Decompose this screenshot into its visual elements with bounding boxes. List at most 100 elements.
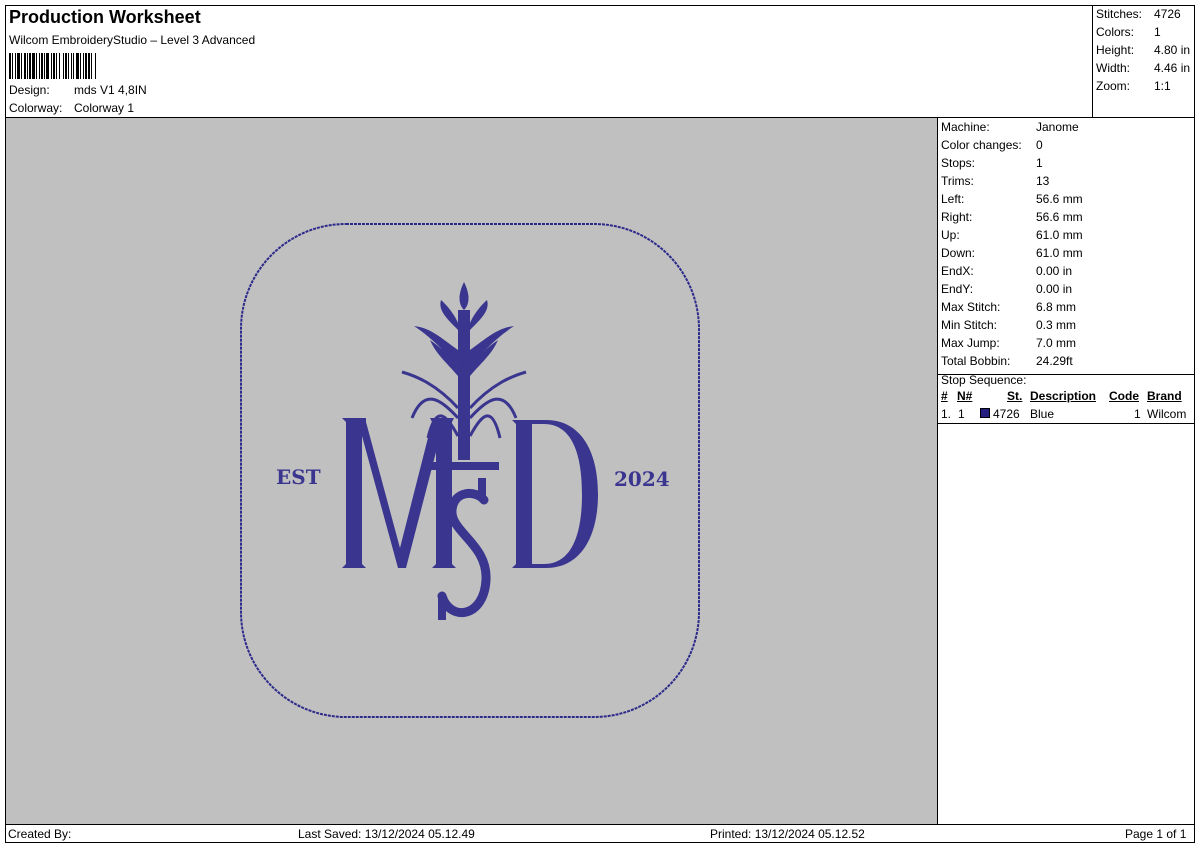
row-description: Blue xyxy=(1030,407,1055,421)
height-value: 4.80 in xyxy=(1154,43,1191,57)
software-subtitle: Wilcom EmbroideryStudio – Level 3 Advanc… xyxy=(9,33,256,47)
machine-info-label: EndX: xyxy=(941,264,974,278)
divider xyxy=(938,423,1195,424)
barcode-bar xyxy=(95,53,96,79)
stitches-label: Stitches: xyxy=(1096,7,1143,21)
machine-info-value: 24.29ft xyxy=(1036,354,1073,368)
barcode-bar xyxy=(71,53,72,79)
machine-info-label: Max Jump: xyxy=(941,336,1000,350)
barcode-bar xyxy=(32,53,35,79)
barcode-bar xyxy=(65,53,67,79)
col-n: N# xyxy=(957,389,973,403)
barcode-bar xyxy=(83,53,84,79)
machine-info-row: Total Bobbin: 24.29ft xyxy=(941,354,1073,368)
barcode-bar xyxy=(39,53,40,79)
col-st: St. xyxy=(1007,389,1023,403)
created-by: Created By: xyxy=(8,827,72,841)
barcode-bar xyxy=(56,53,57,79)
machine-info-label: Right: xyxy=(941,210,973,224)
machine-info-row: Trims: 13 xyxy=(941,174,1049,188)
machine-info-value: 7.0 mm xyxy=(1036,336,1077,350)
machine-info-value: 61.0 mm xyxy=(1036,246,1083,260)
machine-info-label: Up: xyxy=(941,228,960,242)
stop-sequence-title: Stop Sequence: xyxy=(941,373,1027,387)
worksheet-footer: Created By: Last Saved: 13/12/2024 05.12… xyxy=(5,824,1195,843)
width-value: 4.46 in xyxy=(1154,61,1191,75)
barcode xyxy=(9,53,96,79)
barcode-bar xyxy=(51,53,52,79)
stitches-value: 4726 xyxy=(1154,7,1181,21)
barcode-bar xyxy=(15,53,16,79)
barcode-bar xyxy=(41,53,43,79)
barcode-bar xyxy=(27,53,28,79)
machine-info-row: Left: 56.6 mm xyxy=(941,192,1083,206)
barcode-bar xyxy=(88,53,90,79)
machine-info-row: Min Stitch: 0.3 mm xyxy=(941,318,1076,332)
machine-info-row: Color changes: 0 xyxy=(941,138,1043,152)
colorway-row: Colorway: Colorway 1 xyxy=(9,101,134,115)
row-brand: Wilcom xyxy=(1147,407,1187,421)
col-description: Description xyxy=(1030,389,1097,403)
machine-info-label: Machine: xyxy=(941,120,990,134)
machine-info-label: Down: xyxy=(941,246,976,260)
col-brand: Brand xyxy=(1147,389,1182,403)
machine-info-label: Left: xyxy=(941,192,965,206)
barcode-bar xyxy=(76,53,79,79)
machine-info-value: Janome xyxy=(1036,120,1079,134)
col-num: # xyxy=(941,389,948,403)
barcode-bar xyxy=(21,53,22,79)
machine-info-row: Max Jump: 7.0 mm xyxy=(941,336,1076,350)
barcode-bar xyxy=(44,53,45,79)
machine-info-label: Min Stitch: xyxy=(941,318,998,332)
page-title: Production Worksheet xyxy=(9,7,201,27)
machine-info-label: Max Stitch: xyxy=(941,300,1001,314)
zoom-row: Zoom: 1:1 xyxy=(1096,79,1171,93)
barcode-bar xyxy=(17,53,20,79)
machine-info-label: Stops: xyxy=(941,156,976,170)
colors-value: 1 xyxy=(1154,25,1161,39)
machine-info-row: EndY: 0.00 in xyxy=(941,282,1072,296)
machine-info-row: EndX: 0.00 in xyxy=(941,264,1072,278)
barcode-bar xyxy=(29,53,31,79)
design-preview: EST 2024 xyxy=(6,118,938,824)
machine-info-label: Trims: xyxy=(941,174,974,188)
machine-info-row: Max Stitch: 6.8 mm xyxy=(941,300,1076,314)
width-label: Width: xyxy=(1096,61,1131,75)
design-name-row: Design: mds V1 4,8IN xyxy=(9,83,147,97)
stitches-row: Stitches: 4726 xyxy=(1096,7,1181,21)
last-saved: Last Saved: 13/12/2024 05.12.49 xyxy=(298,827,475,841)
est-label: EST xyxy=(276,465,321,489)
machine-info-row: Up: 61.0 mm xyxy=(941,228,1083,242)
zoom-label: Zoom: xyxy=(1096,79,1131,93)
row-st: 4726 xyxy=(993,407,1020,421)
machine-info-panel: Machine: Janome Color changes: 0 Stops: 1 Trim… xyxy=(938,118,1195,824)
machine-info-value: 0 xyxy=(1036,138,1043,152)
printed-date: Printed: 13/12/2024 05.12.52 xyxy=(710,827,865,841)
barcode-bar xyxy=(59,53,60,79)
machine-info-row: Machine: Janome xyxy=(941,120,1079,134)
summary-stats: Stitches: 4726 Colors: 1 Height: 4.80 in Wi… xyxy=(1093,5,1195,118)
row-code: 1 xyxy=(1134,407,1141,421)
letter-m xyxy=(342,418,456,568)
barcode-bar xyxy=(12,53,13,79)
barcode-bar xyxy=(24,53,26,79)
machine-info-value: 61.0 mm xyxy=(1036,228,1083,242)
barcode-bar xyxy=(68,53,69,79)
barcode-bar xyxy=(9,53,11,79)
plant-motif xyxy=(401,282,527,470)
barcode-bar xyxy=(53,53,55,79)
machine-info-value: 56.6 mm xyxy=(1036,192,1083,206)
colors-row: Colors: 1 xyxy=(1096,25,1161,39)
thread-color-swatch xyxy=(980,408,990,418)
design-label: Design: xyxy=(9,83,50,97)
width-row: Width: 4.46 in xyxy=(1096,61,1190,75)
barcode-bar xyxy=(63,53,64,79)
machine-info-value: 0.00 in xyxy=(1036,282,1073,296)
machine-info-label: Total Bobbin: xyxy=(941,354,1011,368)
machine-info-value: 6.8 mm xyxy=(1036,300,1077,314)
machine-info-value: 0.00 in xyxy=(1036,264,1073,278)
row-num: 1. xyxy=(941,407,952,421)
barcode-bar xyxy=(85,53,87,79)
colors-label: Colors: xyxy=(1096,25,1135,39)
machine-info-value: 1 xyxy=(1036,156,1043,170)
